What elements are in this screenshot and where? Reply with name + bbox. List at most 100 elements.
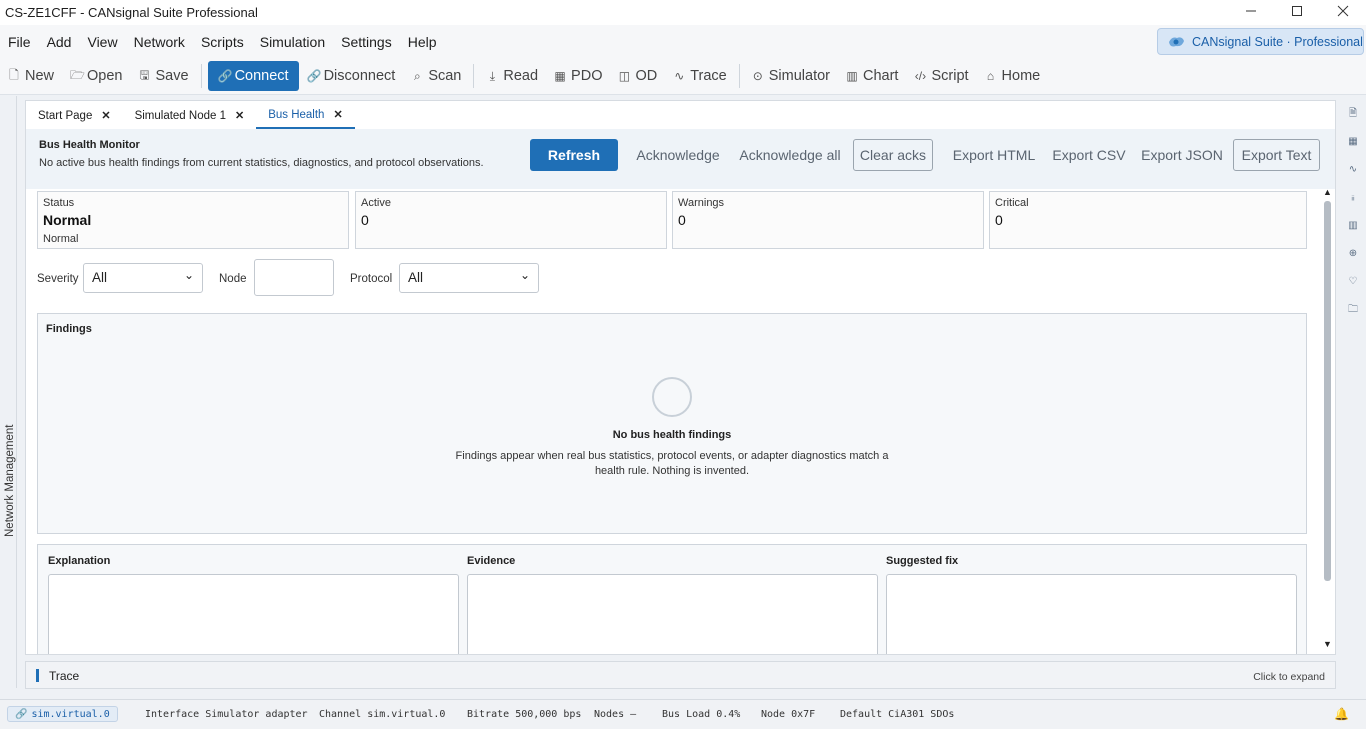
code-icon: ‹/›	[914, 69, 927, 83]
interface-status: Interface Simulator adapter	[145, 709, 308, 720]
chart-button[interactable]: ▥ Chart	[838, 61, 906, 91]
critical-value: 0	[995, 212, 1003, 228]
open-label: Open	[87, 68, 123, 84]
node-filter-input[interactable]	[254, 259, 334, 296]
export-html-button[interactable]: Export HTML	[947, 139, 1041, 171]
scroll-down-icon[interactable]: ▼	[1323, 639, 1332, 649]
tab-strip: Start Page ✕ Simulated Node 1 ✕ Bus Heal…	[26, 101, 1335, 129]
findings-title: Findings	[46, 323, 92, 335]
channel-status: Channel sim.virtual.0	[319, 709, 445, 720]
connect-button[interactable]: 🔗 Connect	[207, 61, 299, 91]
trace-panel-label: Trace	[49, 669, 80, 683]
bar-chart-icon[interactable]: ▥	[1347, 220, 1359, 232]
refresh-button[interactable]: Refresh	[530, 139, 618, 171]
acknowledge-all-button[interactable]: Acknowledge all	[735, 139, 845, 171]
close-tab-icon[interactable]: ✕	[333, 108, 342, 121]
export-json-button[interactable]: Export JSON	[1138, 139, 1226, 171]
grid-icon: ▦	[554, 69, 566, 83]
menu-network[interactable]: Network	[126, 34, 193, 50]
vertical-scrollbar[interactable]: ▲ ▼	[1321, 187, 1335, 654]
nodes-value: –	[630, 709, 637, 720]
clear-acks-button[interactable]: Clear acks	[853, 139, 933, 171]
od-label: OD	[635, 68, 658, 84]
menu-scripts[interactable]: Scripts	[193, 34, 252, 50]
trace-button[interactable]: ∿ Trace	[665, 61, 735, 91]
search-icon: ⌕	[413, 68, 421, 83]
trace-label: Trace	[690, 68, 727, 84]
warnings-value: 0	[678, 212, 686, 228]
grid-icon[interactable]: ▦	[1347, 136, 1359, 148]
trace-panel-collapsed[interactable]: Trace Click to expand	[25, 661, 1336, 689]
save-button[interactable]: 🖫 Save	[131, 61, 197, 91]
link-icon: 🔗	[15, 708, 28, 720]
globe-icon[interactable]: ⊕	[1347, 248, 1359, 260]
script-button[interactable]: ‹/› Script	[906, 61, 976, 91]
simulator-label: Simulator	[768, 68, 830, 84]
node-value: 0x7F	[791, 709, 816, 720]
minimize-button[interactable]	[1228, 0, 1274, 22]
od-button[interactable]: ◫ OD	[610, 61, 665, 91]
adapter-chip[interactable]: 🔗 sim.virtual.0	[7, 706, 118, 722]
suggested-fix-box[interactable]	[886, 574, 1297, 654]
critical-card: Critical 0	[989, 191, 1307, 249]
channel-label: Channel	[319, 709, 362, 720]
nodes-label: Nodes	[594, 709, 625, 720]
severity-select[interactable]: All ⌄	[83, 263, 203, 293]
findings-panel: Findings No bus health findings Findings…	[37, 313, 1307, 534]
export-text-button[interactable]: Export Text	[1233, 139, 1320, 171]
heart-icon[interactable]: ♡	[1347, 276, 1359, 288]
acknowledge-button[interactable]: Acknowledge	[630, 139, 726, 171]
document-area: Start Page ✕ Simulated Node 1 ✕ Bus Heal…	[25, 100, 1336, 655]
tab-simulated-node-1[interactable]: Simulated Node 1 ✕	[123, 102, 257, 129]
active-card: Active 0	[355, 191, 667, 249]
adapter-name: sim.virtual.0	[31, 708, 110, 720]
new-file-icon: 🗋	[9, 67, 19, 82]
toolbar-separator	[200, 64, 202, 88]
tab-start-page[interactable]: Start Page ✕	[26, 102, 123, 129]
menu-add[interactable]: Add	[39, 34, 80, 50]
menu-help[interactable]: Help	[400, 34, 445, 50]
tab-bus-health[interactable]: Bus Health ✕	[256, 102, 355, 129]
interface-label: Interface	[145, 709, 200, 720]
close-tab-icon[interactable]: ✕	[101, 109, 110, 122]
critical-label: Critical	[995, 197, 1029, 209]
bitrate-label: Bitrate	[467, 709, 510, 720]
maximize-button[interactable]	[1274, 0, 1320, 22]
explanation-box[interactable]	[48, 574, 459, 654]
read-button[interactable]: ⤓ Read	[478, 61, 546, 91]
explanation-label: Explanation	[48, 555, 111, 567]
scroll-up-icon[interactable]: ▲	[1323, 187, 1332, 197]
new-button[interactable]: 🗋 New	[0, 61, 62, 91]
window-controls	[1228, 0, 1366, 25]
warnings-card: Warnings 0	[672, 191, 984, 249]
menu-settings[interactable]: Settings	[333, 34, 400, 50]
signal-icon[interactable]: ᵢᵢ	[1347, 192, 1359, 204]
menu-view[interactable]: View	[79, 34, 125, 50]
menu-simulation[interactable]: Simulation	[252, 34, 333, 50]
scan-button[interactable]: ⌕ Scan	[403, 61, 469, 91]
severity-label: Severity	[37, 273, 79, 285]
export-csv-button[interactable]: Export CSV	[1049, 139, 1129, 171]
open-button[interactable]: 🗁 Open	[62, 61, 130, 91]
home-button[interactable]: ⌂ Home	[977, 61, 1049, 91]
protocol-select[interactable]: All ⌄	[399, 263, 539, 293]
network-management-panel-collapsed[interactable]: Network Management	[0, 96, 17, 688]
active-value: 0	[361, 212, 369, 228]
disconnect-button[interactable]: 🔗 Disconnect	[299, 61, 404, 91]
document-icon[interactable]: 🗎	[1347, 108, 1359, 120]
folder-icon[interactable]: 🗀	[1347, 304, 1359, 316]
toolbar-separator	[738, 64, 740, 88]
pulse-icon[interactable]: ∿	[1347, 164, 1359, 176]
pdo-button[interactable]: ▦ PDO	[546, 61, 610, 91]
notification-bell-icon[interactable]: 🔔	[1334, 707, 1349, 721]
close-tab-icon[interactable]: ✕	[235, 109, 244, 122]
menu-bar: File Add View Network Scripts Simulation…	[0, 25, 1366, 58]
close-window-button[interactable]	[1320, 0, 1366, 22]
scrollbar-thumb[interactable]	[1324, 201, 1331, 581]
simulator-button[interactable]: ⊙ Simulator	[744, 61, 838, 91]
menu-file[interactable]: File	[0, 34, 39, 50]
evidence-box[interactable]	[467, 574, 878, 654]
connect-label: Connect	[234, 68, 289, 84]
edition-badge: CANsignal Suite · Professional	[1157, 28, 1364, 55]
toolbar-separator	[473, 64, 475, 88]
